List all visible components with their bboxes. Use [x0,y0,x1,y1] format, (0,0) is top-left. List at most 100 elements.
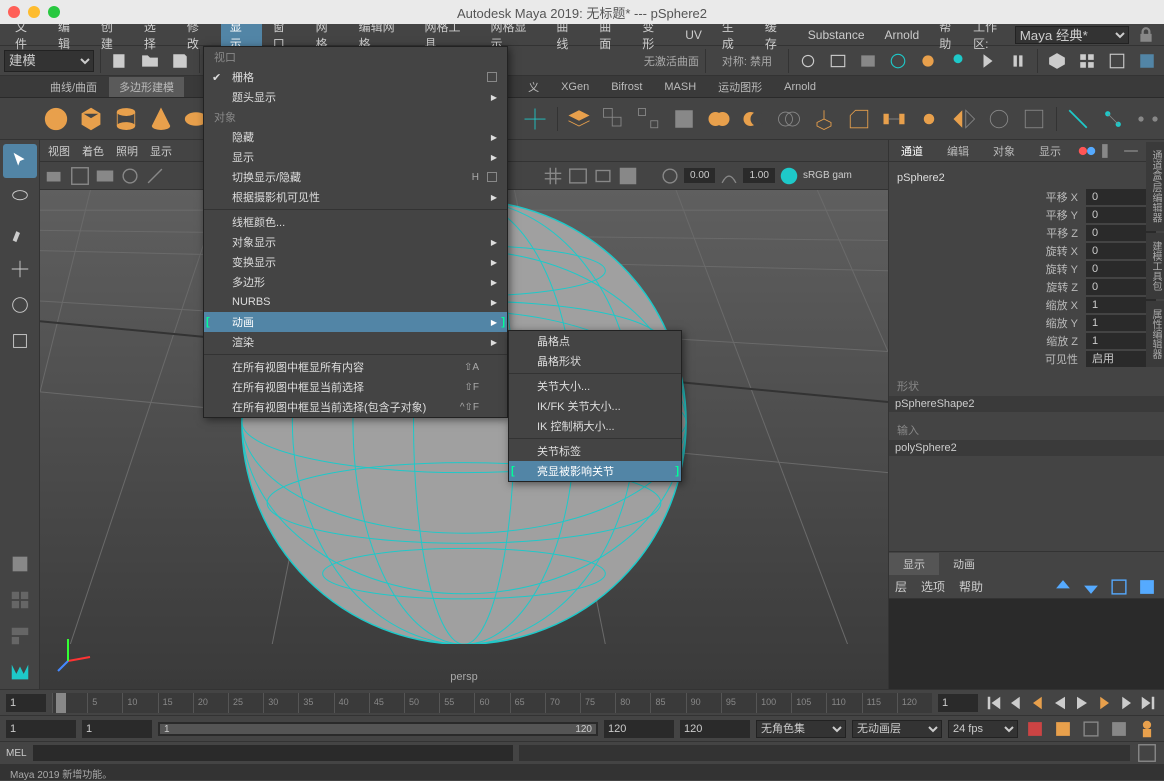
quad-draw-icon[interactable] [1019,103,1050,135]
menu-substance[interactable]: Substance [799,26,874,44]
vp-menu-shading[interactable]: 着色 [82,143,104,159]
cb-input-name[interactable]: polySphere2 [889,440,1164,456]
menu-item[interactable]: ✔栅格 [204,67,507,87]
vp-menu-lighting[interactable]: 照明 [116,143,138,159]
connect-icon[interactable] [1133,103,1164,135]
vp-resolution-gate-icon[interactable] [592,165,614,187]
maya-logo-icon[interactable] [3,655,37,689]
misc-icon[interactable] [914,103,945,135]
rotate-tool[interactable] [3,288,37,322]
outliner-icon[interactable] [1044,48,1070,74]
graph-editor-icon[interactable] [1074,48,1100,74]
layer-menu-options[interactable]: 选项 [921,578,945,595]
cb-icon-1[interactable] [1076,140,1098,162]
submenu-item[interactable]: 晶格点 [509,331,681,351]
layer-menu-layers[interactable]: 层 [895,578,907,595]
layer-list[interactable] [889,599,1164,689]
smooth-icon[interactable] [669,103,700,135]
vp-menu-show[interactable]: 显示 [150,143,172,159]
maximize-icon[interactable] [48,6,60,18]
render-frame-icon[interactable] [825,48,851,74]
move-tool[interactable] [3,252,37,286]
light-editor-icon[interactable] [945,48,971,74]
menu-item[interactable]: 多边形▶ [204,272,507,292]
shelf-tab-custom[interactable]: 义 [518,77,549,97]
next-frame-icon[interactable] [1094,693,1114,713]
play-icon[interactable] [975,48,1001,74]
render-settings-icon[interactable] [885,48,911,74]
layer-move-down-icon[interactable] [1080,576,1102,598]
menu-item[interactable]: 在所有视图中框显当前选择⇧F [204,377,507,397]
menu-item[interactable]: 题头显示▶ [204,87,507,107]
submenu-item[interactable]: 晶格形状 [509,351,681,371]
separate-icon[interactable] [634,103,665,135]
prefs-icon[interactable] [1052,718,1074,740]
cb-tab-object[interactable]: 对象 [981,140,1027,161]
layers-icon[interactable] [564,103,595,135]
paint-select-tool[interactable] [3,216,37,250]
prev-key-icon[interactable] [1006,693,1026,713]
menu-item[interactable]: NURBS▶ [204,292,507,312]
character-icon[interactable] [1136,718,1158,740]
render-view-icon[interactable] [795,48,821,74]
go-end-icon[interactable] [1138,693,1158,713]
vp-2d-pan-icon[interactable] [119,165,141,187]
bridge-icon[interactable] [879,103,910,135]
layout-four-icon[interactable] [3,583,37,617]
vp-image-plane-icon[interactable] [94,165,116,187]
charset-select[interactable]: 无角色集 [756,720,846,738]
cb-tab-edit[interactable]: 编辑 [935,140,981,161]
extrude-icon[interactable] [809,103,840,135]
scale-tool[interactable] [3,324,37,358]
shelf-tab-bifrost[interactable]: Bifrost [601,79,652,95]
multi-cut-icon[interactable] [1063,103,1094,135]
menu-arnold[interactable]: Arnold [876,26,929,44]
poly-cylinder-icon[interactable] [110,103,141,135]
bool-intersect-icon[interactable] [774,103,805,135]
target-weld-icon[interactable] [1098,103,1129,135]
menu-item[interactable]: 对象显示▶ [204,232,507,252]
minimize-icon[interactable] [28,6,40,18]
vp-grease-icon[interactable] [144,165,166,187]
submenu-item[interactable]: [亮显被影响关节] [509,461,681,481]
layer-move-up-icon[interactable] [1052,576,1074,598]
anim-prefs-icon[interactable] [1080,718,1102,740]
layer-menu-help[interactable]: 帮助 [959,578,983,595]
script-editor-icon[interactable] [1108,718,1130,740]
submenu-item[interactable]: IK 控制柄大小... [509,416,681,436]
vp-gamma-icon[interactable] [718,165,740,187]
vp-exposure-icon[interactable] [659,165,681,187]
side-tab-channelbox[interactable]: 通道盒/层编辑器 [1146,142,1164,231]
vp-gamma-value[interactable]: 1.00 [743,168,774,183]
menu-item[interactable]: 在所有视图中框显所有内容⇧A [204,357,507,377]
layer-add-selected-icon[interactable] [1108,576,1130,598]
workspace-dropdown[interactable]: Maya 经典* [1015,26,1130,44]
combine-icon[interactable] [599,103,630,135]
shelf-tab-curves[interactable]: 曲线/曲面 [40,77,107,97]
cb-shape-name[interactable]: pSphereShape2 [889,396,1164,412]
script-editor-toggle-icon[interactable] [1136,742,1158,764]
mirror-icon[interactable] [949,103,980,135]
save-scene-icon[interactable] [167,48,193,74]
side-tab-modeling[interactable]: 建模工具包 [1146,233,1164,299]
open-scene-icon[interactable] [137,48,163,74]
shelf-tab-poly[interactable]: 多边形建模 [109,77,184,97]
layer-new-icon[interactable] [1136,576,1158,598]
ts-current[interactable]: 1 [938,694,978,712]
play-fwd-icon[interactable] [1072,693,1092,713]
submenu-item[interactable]: 关节标签 [509,441,681,461]
side-tab-attr[interactable]: 属性编辑器 [1146,301,1164,367]
menu-item[interactable]: 切换显示/隐藏H [204,167,507,187]
rs-anim-start[interactable]: 1 [6,720,76,738]
vp-gate-mask-icon[interactable] [617,165,639,187]
submenu-item[interactable]: IK/FK 关节大小... [509,396,681,416]
menu-item[interactable]: 隐藏▶ [204,127,507,147]
close-icon[interactable] [8,6,20,18]
select-tool[interactable] [3,144,37,178]
snap-icon[interactable] [520,103,551,135]
playhead[interactable] [56,693,66,713]
mode-selector[interactable]: 建模 [4,50,94,72]
menu-item[interactable]: 渲染▶ [204,332,507,352]
shelf-tab-arnold[interactable]: Arnold [774,79,826,95]
ipr-icon[interactable] [855,48,881,74]
